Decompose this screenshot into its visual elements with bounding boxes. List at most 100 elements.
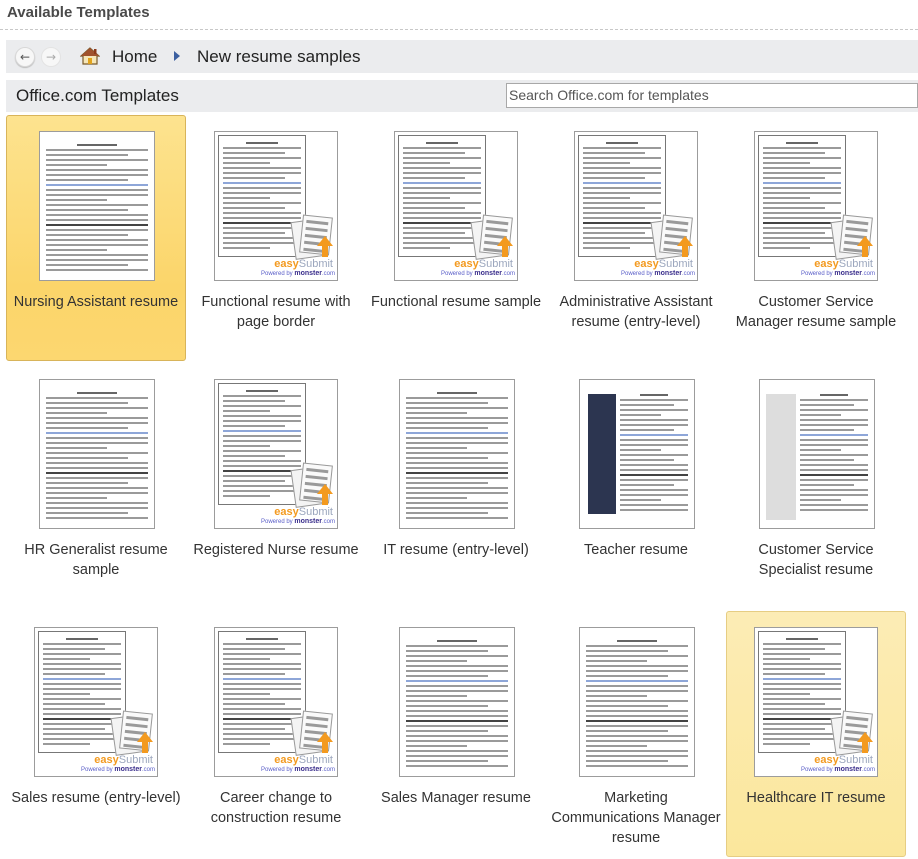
easysubmit-logo: easySubmit xyxy=(634,258,693,270)
document-line xyxy=(46,164,108,166)
document-line xyxy=(763,703,826,705)
document-line xyxy=(43,718,121,720)
document-line xyxy=(583,182,661,184)
template-tile[interactable]: Customer Service Specialist resume xyxy=(726,363,906,609)
search-input[interactable]: Search Office.com for templates xyxy=(506,83,918,108)
template-thumbnail: easySubmit Powered by monster.com xyxy=(34,627,158,777)
document-line xyxy=(46,219,148,221)
document-line xyxy=(763,673,826,675)
document-line xyxy=(406,755,508,757)
document-line xyxy=(406,735,508,737)
document-line xyxy=(620,444,688,446)
document-line xyxy=(46,517,148,519)
easysubmit-logo-submit: Submit xyxy=(478,258,513,270)
breadcrumb-home[interactable]: Home xyxy=(112,47,157,67)
document-line xyxy=(43,658,90,660)
document-line xyxy=(583,212,661,214)
document-line xyxy=(406,502,508,504)
document-line xyxy=(800,489,868,491)
template-thumbnail: easySubmit Powered by monster.com xyxy=(214,627,338,777)
document-line xyxy=(763,688,841,690)
document-line xyxy=(583,167,661,169)
document-line xyxy=(406,467,508,469)
template-tile[interactable]: easySubmit Powered by monster.com Customer… xyxy=(726,115,906,361)
document-line xyxy=(800,434,868,436)
easysubmit-logo-easy: easy xyxy=(814,258,839,270)
easysubmit-logo: easySubmit xyxy=(94,754,153,766)
document-line xyxy=(586,650,668,652)
template-tile[interactable]: easySubmit Powered by monster.com Sales re… xyxy=(6,611,186,857)
document-line xyxy=(223,242,301,244)
document-line xyxy=(800,504,868,506)
document-line xyxy=(606,142,638,144)
document-line xyxy=(403,212,481,214)
document-line xyxy=(223,455,286,457)
template-tile[interactable]: HR Generalist resume sample xyxy=(6,363,186,609)
document-line xyxy=(406,452,508,454)
document-line xyxy=(223,445,270,447)
resume-sidebar xyxy=(766,394,796,520)
document-line xyxy=(223,212,301,214)
document-line xyxy=(800,399,868,401)
document-line xyxy=(76,144,118,146)
document-line xyxy=(406,442,508,444)
upload-arrow-stem xyxy=(142,741,148,753)
document-line xyxy=(223,227,301,229)
document-line xyxy=(46,447,108,449)
document-line xyxy=(223,187,301,189)
template-tile[interactable]: Sales Manager resume xyxy=(366,611,546,857)
template-tile[interactable]: easySubmit Powered by monster.com Function… xyxy=(366,115,546,361)
template-tile[interactable]: Marketing Communications Manager resume xyxy=(546,611,726,857)
document-line xyxy=(406,407,508,409)
document-line xyxy=(223,703,286,705)
template-tile[interactable]: easySubmit Powered by monster.com Career c… xyxy=(186,611,366,857)
easysubmit-logo: easySubmit xyxy=(814,754,873,766)
document-line xyxy=(800,464,868,466)
document-line xyxy=(223,237,301,239)
template-tile[interactable]: IT resume (entry-level) xyxy=(366,363,546,609)
document-line xyxy=(223,683,301,685)
document-line xyxy=(800,449,841,451)
document-line xyxy=(406,690,508,692)
document-line xyxy=(800,444,868,446)
template-tile[interactable]: Teacher resume xyxy=(546,363,726,609)
document-line xyxy=(763,207,826,209)
document-line xyxy=(43,698,121,700)
document-line xyxy=(403,237,481,239)
template-tile[interactable]: easySubmit Powered by monster.com Function… xyxy=(186,115,366,361)
section-bar: Office.com Templates Search Office.com f… xyxy=(6,80,918,112)
document-line xyxy=(46,189,148,191)
document-line xyxy=(46,259,148,261)
document-line xyxy=(46,239,148,241)
document-line xyxy=(620,434,688,436)
easysubmit-logo-easy: easy xyxy=(94,754,119,766)
document-line xyxy=(763,162,810,164)
template-tile[interactable]: easySubmit Powered by monster.com Administ… xyxy=(546,115,726,361)
document-line xyxy=(406,655,508,657)
document-line xyxy=(406,730,488,732)
document-line xyxy=(43,708,121,710)
document-line xyxy=(406,512,488,514)
template-label: Functional resume sample xyxy=(370,294,542,310)
document-line xyxy=(223,247,270,249)
document-line xyxy=(620,494,688,496)
back-button[interactable]: ← xyxy=(15,47,35,67)
template-thumbnail xyxy=(759,379,875,529)
forward-button[interactable]: → xyxy=(41,47,61,67)
template-tile[interactable]: easySubmit Powered by monster.com Register… xyxy=(186,363,366,609)
document-line xyxy=(586,755,688,757)
template-tile[interactable]: easySubmit Powered by monster.com Healthca… xyxy=(726,611,906,857)
document-line xyxy=(403,207,466,209)
breadcrumb-current: New resume samples xyxy=(197,47,361,66)
easysubmit-logo-submit: Submit xyxy=(298,506,333,518)
easysubmit-logo-submit: Submit xyxy=(658,258,693,270)
monster-logo: monster xyxy=(294,766,322,773)
home-icon[interactable] xyxy=(80,46,100,66)
template-label: Customer Service Manager resume sample xyxy=(735,294,897,330)
document-line xyxy=(43,713,121,715)
document-line xyxy=(763,723,841,725)
document-line xyxy=(583,192,661,194)
document-line xyxy=(223,738,301,740)
template-tile[interactable]: Nursing Assistant resume xyxy=(6,115,186,361)
document-line xyxy=(46,159,148,161)
